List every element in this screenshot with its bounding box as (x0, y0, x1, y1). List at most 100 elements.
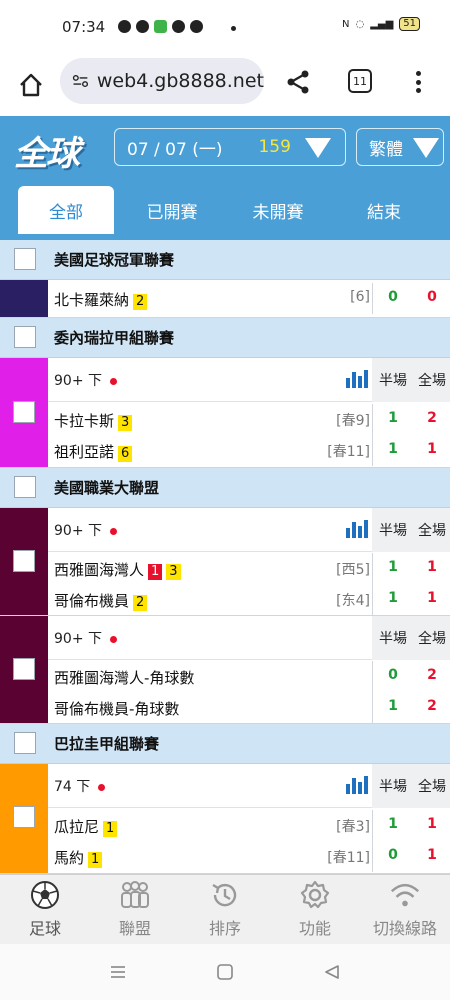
league-header[interactable]: 委內瑞拉甲組聯賽 (0, 318, 450, 358)
date-selector[interactable]: 07 / 07 (一) 159 (114, 128, 346, 166)
address-bar[interactable]: web4.gb8888.net (60, 58, 264, 104)
team-rank: [西5] (336, 562, 370, 578)
tab-finished[interactable]: 結束 (336, 186, 432, 234)
tabs-button[interactable]: 11 (348, 69, 372, 93)
signal-icon: ▂▄▆ (370, 18, 394, 30)
team-badge: 3 (118, 415, 133, 431)
share-button[interactable] (282, 66, 314, 98)
gear-icon (299, 879, 331, 911)
stats-icon[interactable] (346, 370, 370, 388)
team-badge: 2 (133, 595, 148, 611)
league-checkbox[interactable] (14, 326, 36, 348)
status-time: 07:34 (62, 18, 106, 36)
tab-started[interactable]: 已開賽 (124, 186, 220, 234)
live-indicator-icon (110, 377, 117, 385)
menu-button[interactable] (408, 68, 428, 96)
match-checkbox[interactable] (13, 401, 35, 423)
notification-icons (118, 20, 203, 33)
league-checkbox[interactable] (14, 248, 36, 270)
url-text: web4.gb8888.net (96, 70, 264, 92)
battery-icon: 51 (399, 17, 420, 31)
half-score: 0 (388, 289, 398, 305)
team-rank: [春3] (336, 819, 370, 835)
league-header[interactable]: 美國足球冠軍聯賽 (0, 240, 450, 280)
team-name: 卡拉卡斯 3 (54, 410, 133, 431)
nfc-icon: N (341, 18, 350, 30)
league-header[interactable]: 美國職業大聯盟 (0, 468, 450, 508)
home-nav-button[interactable] (213, 962, 237, 982)
language-selector[interactable]: 繁體 (356, 128, 444, 166)
app-icon (190, 20, 203, 33)
league-color-bar (0, 358, 48, 467)
team-badge: 6 (118, 446, 133, 462)
app-icon (172, 20, 185, 33)
half-time-header: 半場 (372, 764, 414, 808)
nav-switch-line[interactable]: 切換線路 (360, 879, 450, 941)
match-checkbox[interactable] (13, 806, 35, 828)
match-count: 159 (258, 137, 291, 157)
recents-button[interactable] (106, 962, 130, 982)
team-rank: [6] (350, 289, 370, 305)
full-score: 1 (427, 847, 437, 863)
match-status-row: 90+ 下 半場 全場 (48, 508, 450, 552)
team-row: 瓜拉尼 1 [春3] 1 1 (48, 810, 450, 841)
stats-icon[interactable] (346, 520, 370, 538)
nav-label: 聯盟 (118, 919, 151, 938)
nav-soccer[interactable]: 足球 (0, 879, 90, 941)
stats-icon[interactable] (346, 776, 370, 794)
dropdown-arrow-icon (413, 138, 439, 158)
match-row[interactable]: 90+ 下 半場 全場 西雅圖海灣人 1 3 [西5] 1 1 哥倫布機員 2 [东4… (0, 508, 450, 616)
tab-not-started[interactable]: 未開賽 (230, 186, 326, 234)
filter-tabs: 全部 已開賽 未開賽 結束 (0, 178, 450, 240)
system-nav-bar (0, 944, 450, 1000)
mute-icon: ◌ (355, 18, 365, 30)
live-indicator-icon (98, 783, 106, 791)
team-name: 北卡羅萊納 2 (54, 289, 148, 310)
half-score: 1 (388, 559, 398, 575)
history-icon (209, 879, 241, 911)
league-checkbox[interactable] (14, 732, 36, 754)
chat-icon (136, 20, 149, 33)
nav-label: 切換線路 (372, 919, 437, 938)
tab-all[interactable]: 全部 (18, 186, 114, 234)
match-list[interactable]: 美國足球冠軍聯賽 北卡羅萊納2 [6] 0 0 委內瑞拉甲組聯賽 90+ 下 (0, 240, 450, 874)
match-status: 90+ 下 (54, 628, 117, 648)
match-row[interactable]: 74 下 半場 全場 瓜拉尼 1 [春3] 1 1 馬約 1 [春11] 0 1 (0, 764, 450, 874)
match-status: 90+ 下 (54, 370, 117, 390)
nav-label: 足球 (28, 919, 61, 938)
full-score: 1 (427, 816, 437, 832)
nav-sort[interactable]: 排序 (180, 879, 270, 941)
match-checkbox[interactable] (13, 658, 35, 680)
back-icon (325, 965, 339, 979)
half-time-header: 半場 (372, 358, 414, 402)
facebook-icon (118, 20, 131, 33)
back-button[interactable] (320, 962, 344, 982)
home-square-icon (217, 964, 233, 980)
full-score: 1 (427, 441, 437, 457)
full-score: 2 (427, 667, 437, 683)
league-header[interactable]: 巴拉圭甲組聯賽 (0, 724, 450, 764)
wifi-icon (389, 879, 421, 911)
team-name: 祖利亞諾 6 (54, 441, 133, 462)
nav-functions[interactable]: 功能 (270, 879, 360, 941)
team-badge: 1 (103, 821, 118, 837)
site-logo[interactable]: 全球 (14, 126, 80, 175)
match-row[interactable]: 北卡羅萊納 2 [6] 0 0 (0, 280, 450, 318)
match-row[interactable]: 90+ 下 半場 全場 西雅圖海灣人-角球數 0 2 哥倫布機員-角球數 1 2 (0, 616, 450, 724)
match-row[interactable]: 90+ 下 半場 全場 卡拉卡斯 3 [春9] 1 2 祖利亞諾 6 [春11] 1… (0, 358, 450, 468)
home-button[interactable] (14, 68, 48, 102)
match-status-row: 90+ 下 半場 全場 (48, 616, 450, 660)
team-badge: 1 (88, 852, 103, 868)
match-status-row: 74 下 半場 全場 (48, 764, 450, 808)
full-score: 2 (427, 698, 437, 714)
full-time-header: 全場 (414, 508, 450, 552)
nav-league[interactable]: 聯盟 (90, 879, 180, 941)
match-checkbox[interactable] (13, 550, 35, 572)
half-score: 1 (388, 441, 398, 457)
full-score: 1 (427, 559, 437, 575)
league-checkbox[interactable] (14, 476, 36, 498)
team-name: 瓜拉尼 1 (54, 816, 118, 837)
team-row: 哥倫布機員-角球數 1 2 (48, 692, 450, 723)
full-score: 0 (427, 289, 437, 305)
full-time-header: 全場 (414, 764, 450, 808)
